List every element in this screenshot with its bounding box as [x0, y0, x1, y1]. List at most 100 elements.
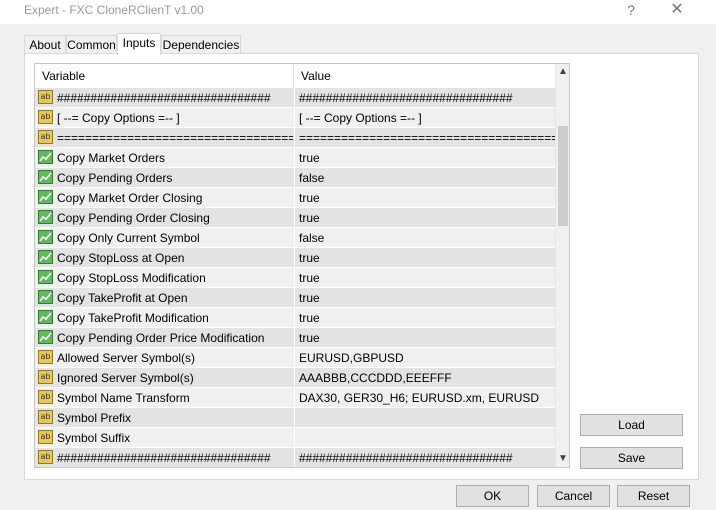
variable-name: Copy Pending Order Price Modification — [57, 331, 265, 345]
reset-button[interactable]: Reset — [617, 485, 690, 507]
input-row[interactable]: Copy TakeProfit at Open true — [35, 288, 555, 308]
input-row[interactable]: Copy TakeProfit Modification true — [35, 308, 555, 328]
bool-icon — [38, 190, 53, 204]
input-row[interactable]: Copy Market Order Closing true — [35, 188, 555, 208]
input-row[interactable]: Copy Pending Order Closing true — [35, 208, 555, 228]
variable-cell[interactable]: ab Symbol Suffix — [35, 428, 293, 448]
cancel-button[interactable]: Cancel — [537, 485, 610, 507]
value-text: true — [299, 291, 320, 305]
bool-icon — [38, 210, 53, 224]
load-button[interactable]: Load — [580, 414, 683, 436]
variable-name: [ --= Copy Options =-- ] — [57, 111, 180, 125]
input-row[interactable]: ab [ --= Copy Options =-- ] [ --= Copy Opt… — [35, 108, 555, 128]
variable-cell[interactable]: ab ################################ — [35, 448, 293, 467]
value-cell[interactable]: true — [294, 208, 555, 228]
tab-about[interactable]: About — [24, 35, 66, 54]
value-cell[interactable]: DAX30, GER30_H6; EURUSD.xm, EURUSD — [294, 388, 555, 408]
variable-cell[interactable]: Copy StopLoss at Open — [35, 248, 293, 268]
help-button[interactable]: ? — [616, 0, 646, 22]
variable-name: ====================================== — [57, 131, 293, 145]
value-cell[interactable]: true — [294, 268, 555, 288]
value-cell[interactable]: ====================================== — [294, 128, 555, 148]
variable-cell[interactable]: ab Ignored Server Symbol(s) — [35, 368, 293, 388]
variable-cell[interactable]: ab Symbol Prefix — [35, 408, 293, 428]
variable-cell[interactable]: Copy Only Current Symbol — [35, 228, 293, 248]
value-text: false — [299, 171, 325, 185]
value-text: true — [299, 191, 320, 205]
input-row[interactable]: ab ################################ ######… — [35, 448, 555, 467]
value-cell[interactable]: AAABBB,CCCDDD,EEEFFF — [294, 368, 555, 388]
variable-cell[interactable]: Copy StopLoss Modification — [35, 268, 293, 288]
variable-name: ################################ — [57, 451, 271, 465]
variable-cell[interactable]: Copy TakeProfit Modification — [35, 308, 293, 328]
variable-name: Symbol Suffix — [57, 431, 131, 445]
scroll-up-icon[interactable]: ▲ — [556, 64, 569, 80]
tab-dependencies[interactable]: Dependencies — [161, 35, 241, 54]
value-cell[interactable]: false — [294, 168, 555, 188]
value-cell[interactable]: true — [294, 288, 555, 308]
tab-inputs[interactable]: Inputs — [117, 33, 161, 55]
value-cell[interactable]: true — [294, 248, 555, 268]
column-header-value[interactable]: Value — [294, 64, 555, 88]
input-row[interactable]: ab Allowed Server Symbol(s) EURUSD,GBPUSD — [35, 348, 555, 368]
variable-cell[interactable]: Copy TakeProfit at Open — [35, 288, 293, 308]
bool-icon — [38, 170, 53, 184]
input-row[interactable]: Copy Market Orders true — [35, 148, 555, 168]
variable-name: Copy Pending Orders — [57, 171, 173, 185]
value-cell[interactable]: false — [294, 228, 555, 248]
value-cell[interactable]: true — [294, 188, 555, 208]
value-cell[interactable]: ################################ — [294, 88, 555, 108]
variable-name: Copy Market Orders — [57, 151, 166, 165]
value-text: true — [299, 251, 320, 265]
save-button[interactable]: Save — [580, 447, 683, 469]
input-row[interactable]: ab Symbol Prefix — [35, 408, 555, 428]
value-text: AAABBB,CCCDDD,EEEFFF — [299, 371, 452, 385]
scroll-down-icon[interactable]: ▼ — [556, 451, 569, 467]
value-text: ====================================== — [299, 131, 555, 145]
input-row[interactable]: ab ================================= =====… — [35, 128, 555, 148]
value-cell[interactable]: [ --= Copy Options =-- ] — [294, 108, 555, 128]
value-cell[interactable] — [294, 428, 555, 448]
variable-cell[interactable]: Copy Market Orders — [35, 148, 293, 168]
input-row[interactable]: ab Symbol Suffix — [35, 428, 555, 448]
input-row[interactable]: Copy StopLoss at Open true — [35, 248, 555, 268]
value-cell[interactable]: ################################ — [294, 448, 555, 467]
input-row[interactable]: ab Symbol Name Transform DAX30, GER30_H6; … — [35, 388, 555, 408]
bool-icon — [38, 270, 53, 284]
variable-cell[interactable]: ab [ --= Copy Options =-- ] — [35, 108, 293, 128]
grid-scrollbar[interactable]: ▲ ▼ — [555, 64, 569, 467]
variable-cell[interactable]: ab ################################ — [35, 88, 293, 108]
ab-icon: ab — [38, 390, 53, 404]
input-row[interactable]: Copy Pending Order Price Modification tru… — [35, 328, 555, 348]
variable-name: ################################ — [57, 91, 271, 105]
scroll-thumb[interactable] — [558, 126, 568, 226]
input-row[interactable]: Copy StopLoss Modification true — [35, 268, 555, 288]
value-cell[interactable] — [294, 408, 555, 428]
variable-cell[interactable]: Copy Pending Orders — [35, 168, 293, 188]
input-row[interactable]: ab Ignored Server Symbol(s) AAABBB,CCCDDD,… — [35, 368, 555, 388]
expert-dialog: Expert - FXC CloneRClienT v1.00 ? ✕ Abou… — [0, 0, 716, 510]
value-cell[interactable]: EURUSD,GBPUSD — [294, 348, 555, 368]
input-row[interactable]: Copy Pending Orders false — [35, 168, 555, 188]
input-row[interactable]: Copy Only Current Symbol false — [35, 228, 555, 248]
ab-icon: ab — [38, 130, 53, 144]
bool-icon — [38, 290, 53, 304]
variable-cell[interactable]: ab Symbol Name Transform — [35, 388, 293, 408]
value-cell[interactable]: true — [294, 308, 555, 328]
tab-common[interactable]: Common — [66, 35, 117, 54]
variable-cell[interactable]: ab Allowed Server Symbol(s) — [35, 348, 293, 368]
variable-cell[interactable]: Copy Pending Order Closing — [35, 208, 293, 228]
value-cell[interactable]: true — [294, 148, 555, 168]
variable-name: Copy StopLoss at Open — [57, 251, 185, 265]
close-button[interactable]: ✕ — [662, 0, 692, 22]
ab-icon: ab — [38, 90, 53, 104]
variable-cell[interactable]: ab ====================================== — [35, 128, 293, 148]
variable-name: Copy Pending Order Closing — [57, 211, 210, 225]
variable-cell[interactable]: Copy Market Order Closing — [35, 188, 293, 208]
ab-icon: ab — [38, 410, 53, 424]
value-cell[interactable]: true — [294, 328, 555, 348]
input-row[interactable]: ab ################################ ######… — [35, 88, 555, 108]
column-header-variable[interactable]: Variable — [35, 64, 293, 88]
variable-cell[interactable]: Copy Pending Order Price Modification — [35, 328, 293, 348]
ok-button[interactable]: OK — [456, 485, 529, 507]
